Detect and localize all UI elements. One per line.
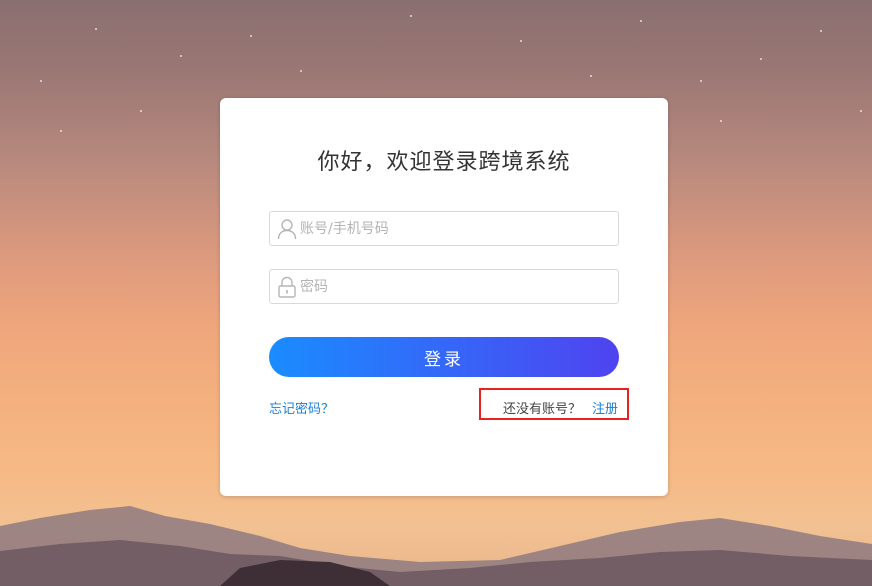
username-input[interactable] xyxy=(300,212,610,245)
login-card: 你好，欢迎登录跨境系统 登录 忘记密码？ 还没有账号？ 注册 xyxy=(220,98,668,496)
lock-icon xyxy=(278,276,296,298)
username-field[interactable] xyxy=(269,211,619,246)
user-icon xyxy=(277,219,297,240)
password-field[interactable] xyxy=(269,269,619,304)
no-account-text: 还没有账号？ xyxy=(503,402,582,417)
page-title: 你好，欢迎登录跨境系统 xyxy=(317,150,571,175)
register-link[interactable]: 注册 xyxy=(592,398,618,417)
login-button[interactable]: 登录 xyxy=(269,337,619,377)
mountain-silhouette xyxy=(0,506,872,586)
password-input[interactable] xyxy=(300,270,610,303)
forgot-password-link[interactable]: 忘记密码？ xyxy=(269,398,334,417)
